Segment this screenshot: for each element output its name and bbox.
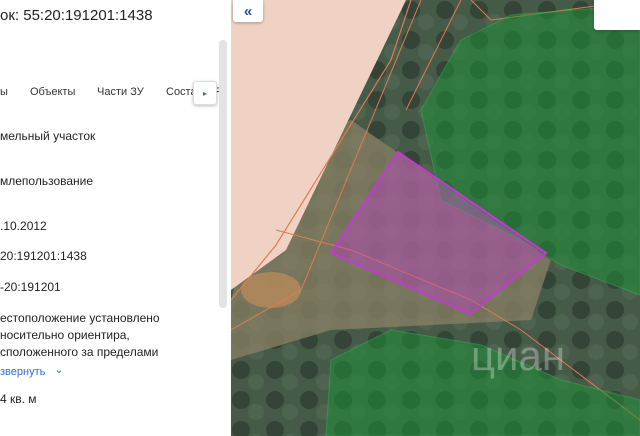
- field-cadastral-number: 20:191201:1438: [0, 249, 87, 263]
- chevron-down-icon: ⌄: [54, 364, 64, 376]
- collapse-panel-button[interactable]: «: [233, 0, 263, 22]
- chevron-right-icon: ▸: [202, 88, 207, 98]
- map-control-box[interactable]: [594, 0, 640, 30]
- field-cadastral-quarter: -20:191201: [0, 280, 61, 294]
- location-line: естоположение установлено: [0, 311, 160, 325]
- field-object-type: мельный участок: [0, 129, 96, 143]
- tabs-bar: ы Объекты Части ЗУ Соста Я: [0, 86, 222, 100]
- collapse-text-link[interactable]: звернуть ⌄: [0, 364, 64, 378]
- satellite-map: циан: [231, 0, 640, 436]
- field-land-use: млепользование: [0, 174, 94, 188]
- field-area: 4 кв. м: [0, 392, 37, 406]
- watermark-text: циан: [471, 332, 565, 379]
- tab-parts[interactable]: Части ЗУ: [97, 86, 144, 98]
- location-line: сположенного за пределами: [0, 345, 159, 359]
- collapse-link-label: звернуть: [0, 366, 46, 378]
- location-line: носительно ориентира,: [0, 328, 130, 342]
- tabs-next-button[interactable]: ▸: [193, 81, 217, 105]
- double-chevron-left-icon: «: [243, 2, 253, 20]
- info-panel: ок: 55:20:191201:1438 ы Объекты Части ЗУ…: [0, 0, 231, 436]
- tab-composition[interactable]: Соста: [166, 86, 197, 98]
- field-location: естоположение установлено носительно ори…: [0, 310, 160, 361]
- map-view[interactable]: циан: [231, 0, 640, 436]
- panel-scrollbar[interactable]: [219, 40, 227, 308]
- tab-info[interactable]: ы: [0, 86, 8, 98]
- page-title: ок: 55:20:191201:1438: [0, 7, 153, 24]
- field-date: .10.2012: [0, 219, 47, 233]
- tab-objects[interactable]: Объекты: [30, 86, 75, 98]
